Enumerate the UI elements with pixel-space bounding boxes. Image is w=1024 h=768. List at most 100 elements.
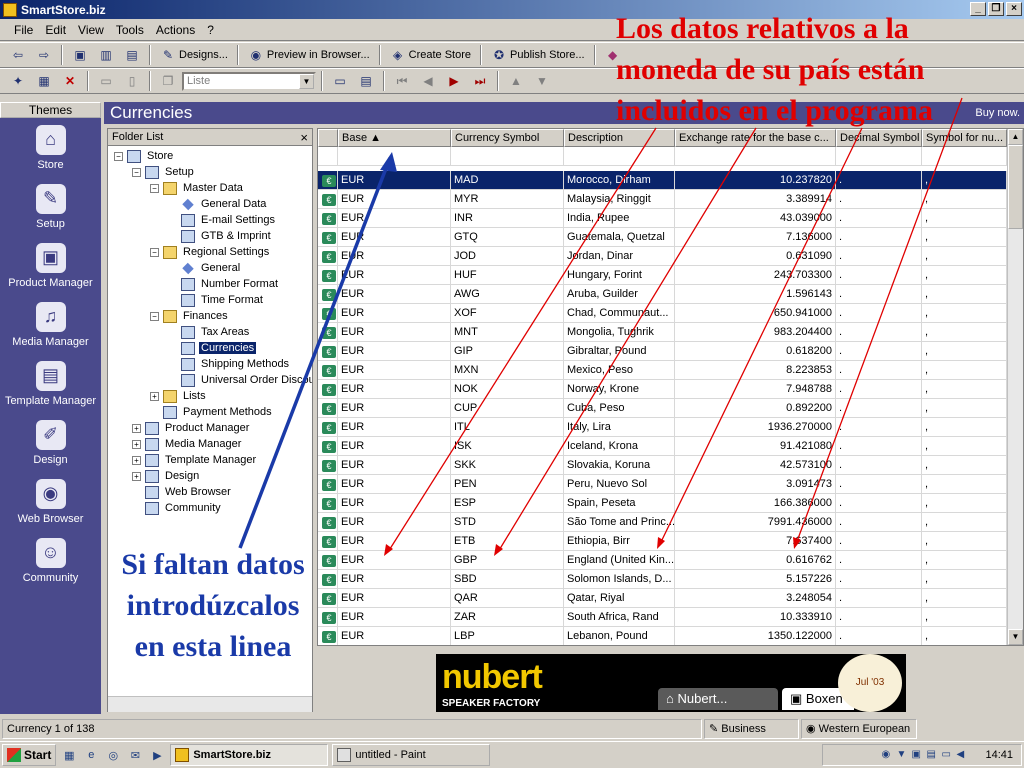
theme-item-product-manager[interactable]: ▣ Product Manager [0, 236, 101, 295]
table-row[interactable]: € EUR STD São Tome and Princ... 7991.436000.… [318, 513, 1007, 532]
up-folder-button[interactable]: ▣ [68, 45, 92, 65]
tree-node[interactable]: Community [132, 500, 223, 516]
tree-node[interactable]: Payment Methods [150, 404, 274, 420]
folder-view-button[interactable]: ▥ [94, 45, 118, 65]
folder-list-close-button[interactable]: × [300, 130, 308, 145]
grid-cell[interactable]: 8.223853 [675, 361, 836, 380]
collapse-icon[interactable]: − [150, 311, 159, 321]
theme-item-media-manager[interactable]: ♫ Media Manager [0, 295, 101, 354]
grid-cell[interactable]: 10.237820 [675, 171, 836, 190]
column-header[interactable]: Exchange rate for the base c... [675, 129, 836, 147]
start-button[interactable]: Start [2, 744, 57, 766]
next-record-button[interactable]: ▶ [442, 71, 466, 91]
grid-cell[interactable]: . [836, 361, 922, 380]
tree-node[interactable]: General [168, 260, 242, 276]
grid-cell[interactable]: . [836, 475, 922, 494]
grid-cell[interactable]: 43.039000 [675, 209, 836, 228]
grid-cell[interactable]: . [836, 608, 922, 627]
grid-cell[interactable]: STD [451, 513, 564, 532]
delete-button[interactable]: ✕ [58, 71, 82, 91]
table-row[interactable]: € EUR LBP Lebanon, Pound 1350.122000., [318, 627, 1007, 645]
grid-cell[interactable]: Chad, Communaut... [564, 304, 675, 323]
grid-cell[interactable]: . [836, 456, 922, 475]
column-header[interactable]: Description [564, 129, 675, 147]
table-row[interactable]: € EUR ISK Iceland, Krona 91.421080., [318, 437, 1007, 456]
grid-cell[interactable]: EUR [338, 266, 451, 285]
grid-cell[interactable]: . [836, 418, 922, 437]
grid-cell[interactable]: 3.389914 [675, 190, 836, 209]
grid-cell[interactable]: England (United Kin... [564, 551, 675, 570]
grid-cell[interactable]: ITL [451, 418, 564, 437]
grid-cell[interactable]: INR [451, 209, 564, 228]
grid-cell[interactable]: . [836, 532, 922, 551]
grid-cell[interactable]: QAR [451, 589, 564, 608]
grid-cell[interactable]: . [836, 494, 922, 513]
grid-cell[interactable]: Solomon Islands, D... [564, 570, 675, 589]
grid-cell[interactable]: , [922, 228, 1007, 247]
grid-cell[interactable] [675, 147, 836, 166]
column-header[interactable]: Base ▲ [338, 129, 451, 147]
grid-cell[interactable]: EUR [338, 361, 451, 380]
grid-cell[interactable]: . [836, 589, 922, 608]
grid-cell[interactable]: 7.948788 [675, 380, 836, 399]
tree-node[interactable]: + Design [132, 468, 201, 484]
grid-cell[interactable]: , [922, 266, 1007, 285]
grid-cell[interactable] [564, 147, 675, 166]
expand-icon[interactable]: + [132, 423, 141, 433]
grid-cell[interactable]: , [922, 399, 1007, 418]
collapse-icon[interactable]: − [114, 151, 123, 161]
tree-node[interactable]: Time Format [168, 292, 265, 308]
tree-node[interactable]: + Template Manager [132, 452, 258, 468]
column-header[interactable]: Currency Symbol [451, 129, 564, 147]
tree-node[interactable]: − Finances [150, 308, 230, 324]
tree-node[interactable]: − Store [114, 148, 175, 164]
designs-button[interactable]: ✎ Designs... [156, 45, 232, 65]
grid-cell[interactable]: . [836, 551, 922, 570]
table-row[interactable]: € EUR NOK Norway, Krone 7.948788., [318, 380, 1007, 399]
grid-cell[interactable]: , [922, 361, 1007, 380]
grid-cell[interactable]: . [836, 323, 922, 342]
grid-cell[interactable]: Gibraltar, Pound [564, 342, 675, 361]
grid-cell[interactable]: , [922, 323, 1007, 342]
grid-cell[interactable]: 166.386000 [675, 494, 836, 513]
grid-cell[interactable]: Lebanon, Pound [564, 627, 675, 645]
folder-horizontal-scrollbar[interactable] [108, 696, 312, 712]
grid-cell[interactable]: Slovakia, Koruna [564, 456, 675, 475]
table-row[interactable]: € EUR MXN Mexico, Peso 8.223853., [318, 361, 1007, 380]
grid-cell[interactable] [338, 147, 451, 166]
table-row[interactable]: € EUR GTQ Guatemala, Quetzal 7.136000., [318, 228, 1007, 247]
properties-button[interactable]: ▦ [32, 71, 56, 91]
tree-node[interactable]: Shipping Methods [168, 356, 291, 372]
scroll-down-button[interactable]: ▼ [1008, 629, 1023, 645]
scroll-up-button[interactable]: ▲ [1008, 129, 1023, 145]
table-row[interactable]: € EUR JOD Jordan, Dinar 0.631090., [318, 247, 1007, 266]
quicklaunch-ie-icon[interactable]: e [82, 746, 100, 764]
chevron-down-icon[interactable]: ▼ [299, 73, 314, 89]
grid-cell[interactable]: . [836, 399, 922, 418]
grid-cell[interactable]: EUR [338, 551, 451, 570]
theme-item-community[interactable]: ☺ Community [0, 531, 101, 590]
grid-cell[interactable]: PEN [451, 475, 564, 494]
grid-cell[interactable]: . [836, 209, 922, 228]
grid-cell[interactable]: 3.248054 [675, 589, 836, 608]
table-row[interactable]: € EUR SBD Solomon Islands, D... 5.157226., [318, 570, 1007, 589]
grid-cell[interactable]: Qatar, Riyal [564, 589, 675, 608]
grid-cell[interactable]: SBD [451, 570, 564, 589]
grid-cell[interactable]: , [922, 494, 1007, 513]
grid-cell[interactable]: 1.596143 [675, 285, 836, 304]
collapse-icon[interactable]: − [150, 183, 159, 193]
grid-cell[interactable]: Malaysia, Ringgit [564, 190, 675, 209]
grid-cell[interactable]: EUR [338, 247, 451, 266]
grid-cell[interactable] [922, 147, 1007, 166]
grid-cell[interactable]: 91.421080 [675, 437, 836, 456]
grid-cell[interactable]: . [836, 171, 922, 190]
grid-cell[interactable]: Morocco, Dirham [564, 171, 675, 190]
tree-node[interactable]: Tax Areas [168, 324, 251, 340]
table-row[interactable]: € EUR MYR Malaysia, Ringgit 3.389914., [318, 190, 1007, 209]
grid-cell[interactable]: , [922, 627, 1007, 645]
tray-printer-icon[interactable]: ▤ [926, 749, 938, 761]
view-combo[interactable]: Liste ▼ [182, 71, 316, 91]
grid-cell[interactable]: NOK [451, 380, 564, 399]
menu-edit[interactable]: Edit [39, 21, 72, 39]
grid-cell[interactable]: Mexico, Peso [564, 361, 675, 380]
